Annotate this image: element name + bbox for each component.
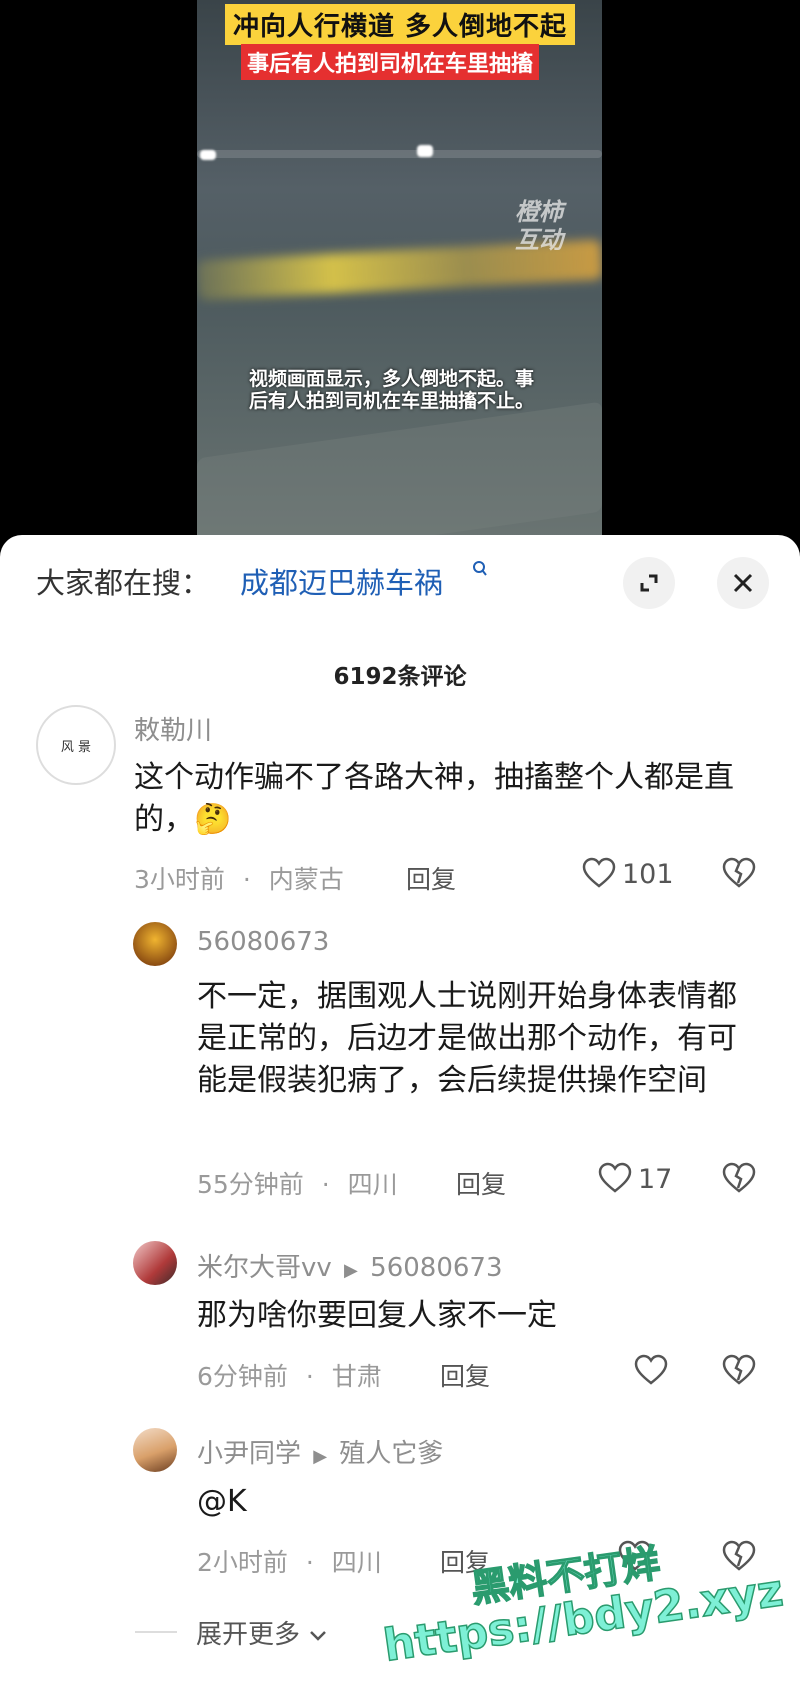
comment-location: 四川 (347, 1170, 398, 1199)
heart-icon (634, 1354, 668, 1385)
video-caption-title: 冲向人行横道 多人倒地不起 (225, 4, 576, 45)
meta-separator: · (242, 865, 251, 894)
video-player[interactable]: 冲向人行横道 多人倒地不起 事后有人拍到司机在车里抽搐 橙柿 互动 视频画面显示… (197, 0, 602, 540)
divider (135, 1631, 177, 1633)
close-button[interactable] (717, 557, 769, 609)
meta-separator: · (321, 1170, 330, 1199)
broken-heart-icon (722, 1162, 756, 1193)
comment-username[interactable]: 敕勒川 (134, 710, 212, 747)
dislike-button[interactable] (722, 857, 756, 889)
dislike-button[interactable] (722, 1162, 756, 1194)
comment-meta: 55分钟前 · 四川 (197, 1165, 398, 1201)
expand-icon (640, 574, 658, 592)
comment-username[interactable]: 米尔大哥vv (197, 1253, 332, 1283)
search-suggestion-link[interactable]: 成都迈巴赫车祸 (240, 560, 443, 602)
comment-location: 四川 (331, 1548, 382, 1577)
comment-username[interactable]: 56080673 (197, 927, 329, 957)
reply-arrow-icon: ▶ (313, 1446, 328, 1467)
broken-heart-icon (722, 1540, 756, 1571)
video-watermark-text: 橙柿 互动 (515, 198, 563, 254)
heart-icon (598, 1162, 632, 1193)
comment-username-line: 小尹同学 ▶ 殖人它爹 (197, 1433, 443, 1470)
comment-time: 2小时前 (197, 1548, 288, 1577)
comment-username-line: 米尔大哥vv ▶ 56080673 (197, 1247, 503, 1284)
expand-more-button[interactable]: 展开更多 (196, 1614, 328, 1651)
comment-meta: 2小时前 · 四川 (197, 1543, 382, 1579)
reply-button[interactable]: 回复 (456, 1165, 506, 1201)
comments-count: 6192条评论 (333, 664, 467, 690)
expand-more-label: 展开更多 (196, 1620, 301, 1650)
comment-location: 甘肃 (331, 1362, 382, 1391)
reply-to-username[interactable]: 殖人它爹 (339, 1439, 443, 1469)
comment-meta: 6分钟前 · 甘肃 (197, 1357, 382, 1393)
comment-time: 6分钟前 (197, 1362, 288, 1391)
broken-heart-icon (722, 857, 756, 888)
reply-button[interactable]: 回复 (440, 1357, 490, 1393)
video-caption-subtitle: 事后有人拍到司机在车里抽搐 (241, 44, 540, 80)
heart-icon (582, 857, 616, 888)
comment-text: 那为啥你要回复人家不一定 (197, 1298, 557, 1333)
avatar[interactable] (133, 1241, 177, 1285)
comment-text: 这个动作骗不了各路大神，抽搐整个人都是直的，🤔 (134, 757, 754, 841)
meta-separator: · (305, 1548, 314, 1577)
comment-text: 不一定，据围观人士说刚开始身体表情都是正常的，后边才是做出那个动作，有可能是假装… (197, 979, 737, 1098)
video-subtitle: 视频画面显示，多人倒地不起。事后有人拍到司机在车里抽搐不止。 (249, 368, 535, 412)
like-button[interactable] (634, 1354, 668, 1386)
avatar[interactable]: 风 景 (36, 705, 116, 785)
expand-fullscreen-button[interactable] (623, 557, 675, 609)
meta-separator: · (305, 1362, 314, 1391)
like-button[interactable] (582, 857, 616, 889)
comment-time: 3小时前 (134, 865, 225, 894)
comment-location: 内蒙古 (268, 865, 344, 894)
avatar[interactable] (133, 922, 177, 966)
comment-text: @K (197, 1484, 247, 1519)
search-suggestion-label: 大家都在搜： (36, 566, 211, 600)
dislike-button[interactable] (722, 1354, 756, 1386)
video-watermark: 橙柿 互动 (515, 198, 575, 254)
avatar-logo-text: 风 景 (60, 739, 92, 755)
comments-sheet: 大家都在搜： 成都迈巴赫车祸 6192条评论 风 景 敕勒川 这个动作骗不了各路… (0, 535, 800, 1698)
reply-to-username[interactable]: 56080673 (370, 1253, 502, 1283)
reply-button[interactable]: 回复 (406, 860, 456, 896)
comment-time: 55分钟前 (197, 1170, 304, 1199)
dislike-button[interactable] (722, 1540, 756, 1572)
chevron-down-icon (310, 1630, 327, 1641)
thinking-emoji: 🤔 (194, 802, 232, 837)
like-button[interactable] (598, 1162, 632, 1194)
search-icon (472, 560, 488, 585)
like-count: 17 (638, 1164, 673, 1195)
like-count: 101 (622, 859, 674, 890)
comment-username[interactable]: 小尹同学 (197, 1439, 301, 1469)
broken-heart-icon (722, 1354, 756, 1385)
avatar[interactable] (133, 1428, 177, 1472)
reply-arrow-icon: ▶ (344, 1260, 358, 1281)
comment-meta: 3小时前 · 内蒙古 (134, 860, 344, 896)
close-icon (733, 573, 753, 593)
